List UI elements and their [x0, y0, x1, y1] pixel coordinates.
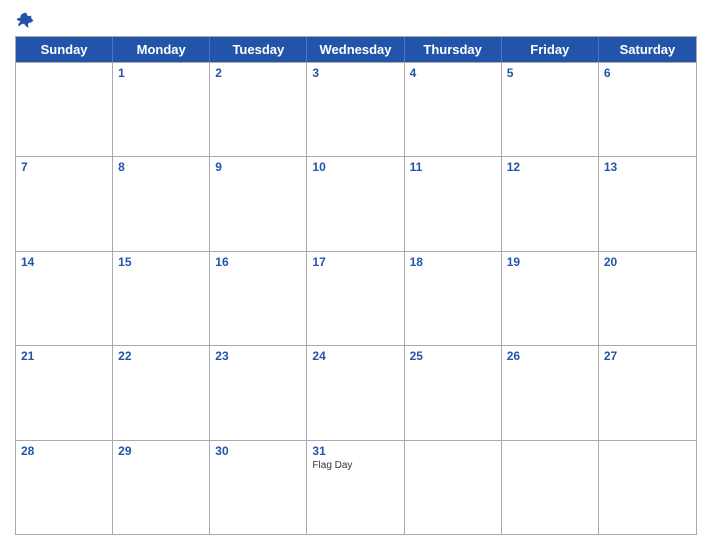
- day-number: 1: [118, 66, 204, 80]
- day-cell: 5: [502, 63, 599, 156]
- day-number: 16: [215, 255, 301, 269]
- day-cell: [16, 63, 113, 156]
- day-number: 23: [215, 349, 301, 363]
- day-number: 26: [507, 349, 593, 363]
- day-cell: 1: [113, 63, 210, 156]
- day-number: 31: [312, 444, 398, 458]
- day-cell: 31 Flag Day: [307, 441, 404, 534]
- day-number: 18: [410, 255, 496, 269]
- day-cell: 9: [210, 157, 307, 250]
- day-cell: 27: [599, 346, 696, 439]
- day-cell: 7: [16, 157, 113, 250]
- day-cell: 20: [599, 252, 696, 345]
- day-number: 20: [604, 255, 691, 269]
- calendar: SundayMondayTuesdayWednesdayThursdayFrid…: [15, 36, 697, 535]
- day-header-friday: Friday: [502, 37, 599, 62]
- day-cell: 13: [599, 157, 696, 250]
- day-header-thursday: Thursday: [405, 37, 502, 62]
- day-number: 7: [21, 160, 107, 174]
- logo: [15, 10, 45, 32]
- day-number: 3: [312, 66, 398, 80]
- day-header-wednesday: Wednesday: [307, 37, 404, 62]
- day-cell: 6: [599, 63, 696, 156]
- weeks-container: 1234567891011121314151617181920212223242…: [16, 62, 696, 534]
- day-cell: [405, 441, 502, 534]
- day-cell: 19: [502, 252, 599, 345]
- day-cell: 2: [210, 63, 307, 156]
- day-cell: 30: [210, 441, 307, 534]
- day-cell: 29: [113, 441, 210, 534]
- week-row-2: 789 10 11 12 13: [16, 156, 696, 250]
- day-number: 13: [604, 160, 691, 174]
- day-number: 30: [215, 444, 301, 458]
- day-cell: 14: [16, 252, 113, 345]
- day-number: 9: [215, 160, 301, 174]
- day-headers-row: SundayMondayTuesdayWednesdayThursdayFrid…: [16, 37, 696, 62]
- day-cell: 12: [502, 157, 599, 250]
- event-label: Flag Day: [312, 460, 398, 471]
- day-header-tuesday: Tuesday: [210, 37, 307, 62]
- day-cell: 4: [405, 63, 502, 156]
- day-cell: 16: [210, 252, 307, 345]
- day-cell: 10: [307, 157, 404, 250]
- week-row-1: 123456: [16, 62, 696, 156]
- day-number: 2: [215, 66, 301, 80]
- week-row-3: 14 15 16 17 18 19 20: [16, 251, 696, 345]
- day-cell: [502, 441, 599, 534]
- day-number: 17: [312, 255, 398, 269]
- day-cell: 28: [16, 441, 113, 534]
- day-cell: 11: [405, 157, 502, 250]
- day-number: 25: [410, 349, 496, 363]
- day-header-saturday: Saturday: [599, 37, 696, 62]
- week-row-4: 21 22 23 24 25 26 27: [16, 345, 696, 439]
- day-cell: 15: [113, 252, 210, 345]
- calendar-header: [15, 10, 697, 32]
- day-number: 15: [118, 255, 204, 269]
- day-number: 27: [604, 349, 691, 363]
- day-number: 21: [21, 349, 107, 363]
- day-number: 14: [21, 255, 107, 269]
- day-number: 22: [118, 349, 204, 363]
- day-number: 28: [21, 444, 107, 458]
- day-number: 12: [507, 160, 593, 174]
- day-cell: 25: [405, 346, 502, 439]
- day-number: 5: [507, 66, 593, 80]
- day-cell: 18: [405, 252, 502, 345]
- day-number: 29: [118, 444, 204, 458]
- day-cell: 17: [307, 252, 404, 345]
- day-header-monday: Monday: [113, 37, 210, 62]
- day-cell: 24: [307, 346, 404, 439]
- day-number: 10: [312, 160, 398, 174]
- day-cell: [599, 441, 696, 534]
- day-cell: 21: [16, 346, 113, 439]
- day-cell: 22: [113, 346, 210, 439]
- week-row-5: 28 29 30 31 Flag Day: [16, 440, 696, 534]
- logo-bird-icon: [15, 10, 37, 32]
- day-cell: 3: [307, 63, 404, 156]
- day-cell: 26: [502, 346, 599, 439]
- day-number: 4: [410, 66, 496, 80]
- day-header-sunday: Sunday: [16, 37, 113, 62]
- day-number: 8: [118, 160, 204, 174]
- day-number: 19: [507, 255, 593, 269]
- day-cell: 8: [113, 157, 210, 250]
- day-cell: 23: [210, 346, 307, 439]
- day-number: 24: [312, 349, 398, 363]
- day-number: 6: [604, 66, 691, 80]
- day-number: 11: [410, 160, 496, 174]
